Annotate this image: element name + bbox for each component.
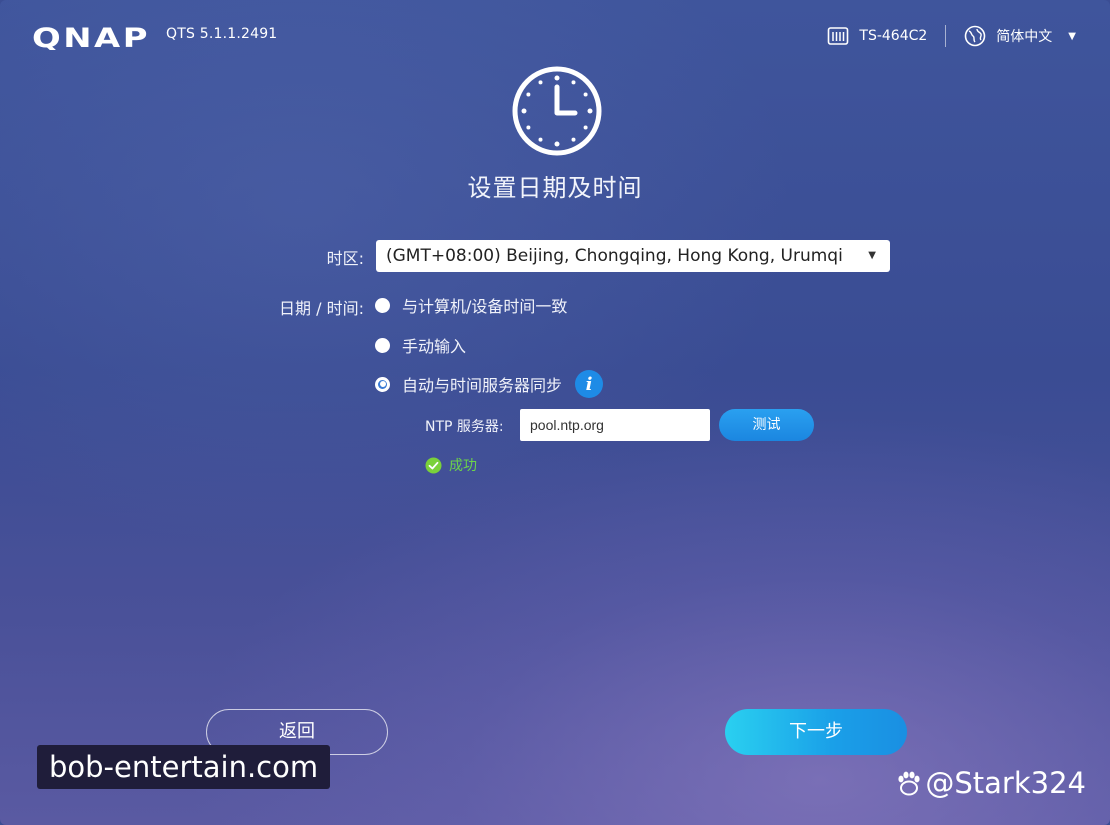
radio-ntp-sync[interactable] (375, 376, 390, 392)
next-button[interactable]: 下一步 (725, 709, 907, 755)
page-title: 设置日期及时间 (467, 174, 643, 202)
qnap-logo-text: QNAP (32, 24, 150, 50)
chevron-down-icon: ▼ (1068, 30, 1076, 42)
setup-wizard-screen: QNAP QTS 5.1.1.2491 TS-464C2 简体中文 ▼ 设置日期… (0, 0, 1110, 825)
globe-icon (964, 25, 986, 47)
chevron-down-icon: ▼ (868, 250, 876, 261)
option-sync-computer[interactable]: 与计算机/设备时间一致 (375, 293, 567, 317)
option-ntp-sync[interactable]: 自动与时间服务器同步 i (375, 370, 604, 398)
status-text: 成功 (449, 458, 477, 474)
test-button[interactable]: 测试 (719, 409, 814, 441)
ntp-server-input[interactable] (520, 409, 710, 441)
weibo-paw-icon (898, 771, 920, 796)
qnap-logo: QNAP (32, 24, 150, 50)
datetime-label: 日期 / 时间: (279, 299, 364, 318)
header-divider (945, 25, 947, 47)
watermark-right: @Stark324 (895, 766, 1086, 800)
watermark-right-text: @Stark324 (925, 766, 1086, 800)
timezone-label: 时区: (326, 249, 364, 268)
option-manual-label: 手动输入 (402, 337, 467, 356)
info-icon[interactable]: i (575, 370, 604, 398)
radio-sync-computer[interactable] (375, 297, 390, 313)
timezone-value: (GMT+08:00) Beijing, Chongqing, Hong Kon… (386, 246, 843, 266)
firmware-version: QTS 5.1.1.2491 (166, 26, 278, 42)
option-sync-computer-label: 与计算机/设备时间一致 (402, 297, 568, 316)
watermark-left: bob-entertain.com (37, 745, 331, 789)
option-manual[interactable]: 手动输入 (375, 333, 466, 357)
clock-icon (512, 66, 602, 156)
status-row: 成功 (425, 455, 477, 475)
device-name: TS-464C2 (859, 28, 928, 44)
header-right: TS-464C2 简体中文 ▼ (827, 22, 1076, 50)
ntp-server-label: NTP 服务器: (425, 419, 504, 435)
timezone-select[interactable]: (GMT+08:00) Beijing, Chongqing, Hong Kon… (376, 240, 890, 272)
radio-manual[interactable] (375, 337, 390, 353)
option-ntp-sync-label: 自动与时间服务器同步 (402, 376, 563, 395)
language-label: 简体中文 (996, 29, 1053, 45)
nas-device-icon (828, 27, 849, 45)
check-circle-icon (425, 457, 442, 473)
language-selector[interactable]: 简体中文 ▼ (964, 25, 1076, 47)
